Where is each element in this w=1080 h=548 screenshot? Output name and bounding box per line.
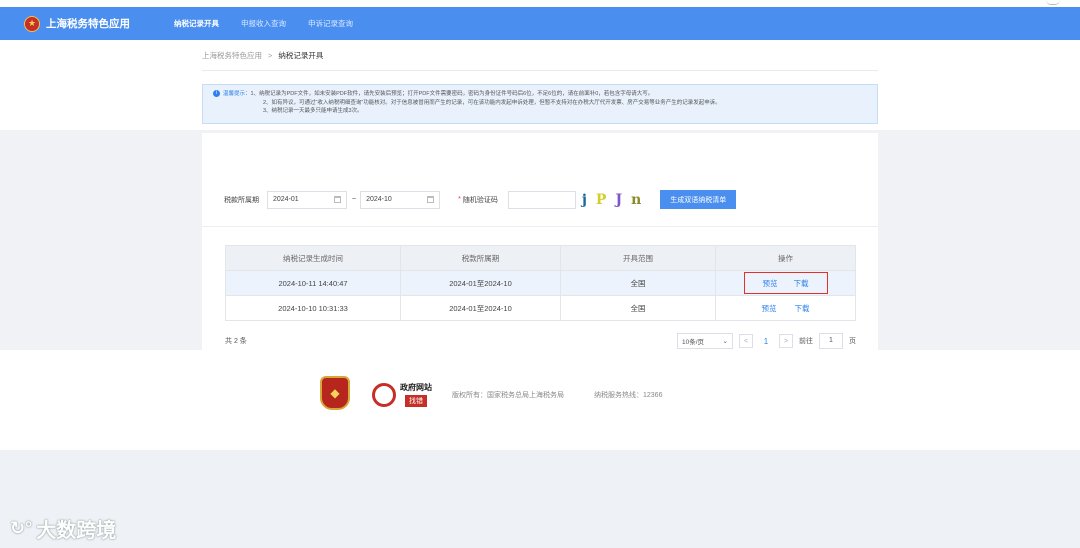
col-generate-time: 纳税记录生成时间 [225,245,401,271]
watermark: ↻° 大数跨境 [10,514,116,543]
generate-record-button[interactable]: 生成双语纳税清单 [660,190,737,209]
row-scope: 全国 [560,270,716,296]
captcha-image[interactable]: j P J n [582,192,646,208]
current-page[interactable]: 1 [759,337,773,346]
end-date-value: 2024-10 [366,196,392,203]
table-header-row: 纳税记录生成时间 税款所属期 开具范围 操作 [225,245,856,271]
info-icon: i [213,90,220,98]
page-unit-label: 页 [849,338,856,345]
notice-line-1: 1、纳税记录为PDF文件，如未安装PDF软件，请先安装后预览；打开PDF文件需要… [250,91,654,97]
page-size-value: 10条/页 [682,339,705,346]
calendar-icon [427,196,435,203]
main-nav: 纳税记录开具 申报收入查询 申诉记录查询 [174,18,353,29]
site-logo[interactable]: ★ 上海税务特色应用 [24,15,130,32]
download-link[interactable]: 下载 [795,304,810,313]
gov-site-sub: 找错 [405,395,427,407]
goto-label: 前往 [799,338,813,345]
row-scope: 全国 [560,295,716,321]
captcha-char: J [615,191,628,208]
captcha-input[interactable] [507,190,576,209]
row-time: 2024-10-11 14:40:47 [225,270,401,296]
breadcrumb-current: 纳税记录开具 [278,51,324,60]
site-footer: ◆ 政府网站 找错 版权所有：国家税务总局上海税务局 纳税服务热线：12366 [0,350,1080,450]
main-content: 上海税务特色应用 > 纳税记录开具 i 温馨提示：1、纳税记录为PDF文件，如未安… [0,40,1080,390]
table-row: 2024-10-11 14:40:47 2024-01至2024-10 全国 预… [225,270,856,296]
captcha-char: n [631,191,647,208]
captcha-char: j [581,191,592,208]
prev-page-button[interactable]: < [739,334,753,348]
top-header: ★ 上海税务特色应用 纳税记录开具 申报收入查询 申诉记录查询 [0,7,1080,40]
table-row: 2024-10-10 10:31:33 2024-01至2024-10 全国 预… [225,295,856,321]
notice-line-3: 3、纳税记录一天最多只能申请生成3次。 [263,108,363,114]
row-period: 2024-01至2024-10 [400,270,561,296]
tax-seal-icon[interactable]: ◆ [320,376,350,410]
preview-link[interactable]: 预览 [761,304,776,313]
breadcrumb-root[interactable]: 上海税务特色应用 [202,50,262,61]
notice-tip-label: 温馨提示： [223,91,251,97]
start-date-picker[interactable]: 2024-01 [267,190,347,209]
required-mark: * [458,196,461,203]
records-table: 纳税记录生成时间 税款所属期 开具范围 操作 2024-10-11 14:40:… [225,245,856,321]
watermark-logo-icon: ↻° [10,518,33,538]
search-form: 税款所属期 2024-01 ~ 2024-10 * 随机验证码 j P J n … [224,190,737,209]
next-page-button[interactable]: > [779,334,793,348]
captcha-char: P [595,191,612,208]
period-label: 税款所属期 [224,196,259,204]
highlight-box: 预览 下载 [743,272,828,294]
total-count: 共 2 条 [225,338,247,345]
download-link[interactable]: 下载 [794,278,809,289]
date-range-dash: ~ [352,196,357,203]
goto-page-input[interactable]: 1 [819,333,843,349]
notice-box: i 温馨提示：1、纳税记录为PDF文件，如未安装PDF软件，请先安装后预览；打开P… [202,84,878,124]
preview-link[interactable]: 预览 [763,278,778,289]
end-date-picker[interactable]: 2024-10 [360,190,441,209]
gov-site-error-report[interactable]: 政府网站 找错 [372,382,432,407]
gov-site-title: 政府网站 [400,383,432,392]
row-actions: 预览 下载 [715,295,856,321]
top-strip [0,0,1080,7]
col-scope: 开具范围 [560,245,716,271]
tax-emblem-icon: ★ [24,15,40,32]
site-title: 上海税务特色应用 [46,18,130,30]
breadcrumb-separator: > [268,51,273,60]
breadcrumb: 上海税务特色应用 > 纳税记录开具 [202,50,323,61]
row-time: 2024-10-10 10:31:33 [225,295,401,321]
copyright-text: 版权所有：国家税务总局上海税务局 [452,392,564,399]
breadcrumb-divider [202,70,878,71]
pagination-bar: 共 2 条 10条/页 ⌄ < 1 > 前往 1 页 [225,331,856,351]
chevron-down-icon: ⌄ [722,338,728,345]
hotline-text: 纳税服务热线：12366 [594,392,663,399]
nav-tax-record[interactable]: 纳税记录开具 [174,18,219,29]
record-panel: 税款所属期 2024-01 ~ 2024-10 * 随机验证码 j P J n … [202,133,878,366]
watermark-text: 大数跨境 [36,520,117,542]
notice-line-2: 2、如有异议，可通过“收入纳税明细查询”功能核对。对于信息被冒用而产生的记录，可… [263,99,721,106]
panel-divider [202,226,878,227]
pager: 10条/页 ⌄ < 1 > 前往 1 页 [677,333,856,349]
col-actions: 操作 [715,245,856,271]
row-actions: 预览 下载 [715,270,856,296]
col-tax-period: 税款所属期 [400,245,561,271]
start-date-value: 2024-01 [273,196,299,203]
magnifier-icon [372,382,396,407]
calendar-icon [334,196,341,203]
page-size-select[interactable]: 10条/页 ⌄ [677,333,733,349]
row-period: 2024-01至2024-10 [400,295,561,321]
nav-income-query[interactable]: 申报收入查询 [241,18,286,29]
gov-site-text: 政府网站 找错 [400,382,432,407]
nav-appeal-query[interactable]: 申诉记录查询 [308,18,353,29]
captcha-label: 随机验证码 [462,196,498,204]
